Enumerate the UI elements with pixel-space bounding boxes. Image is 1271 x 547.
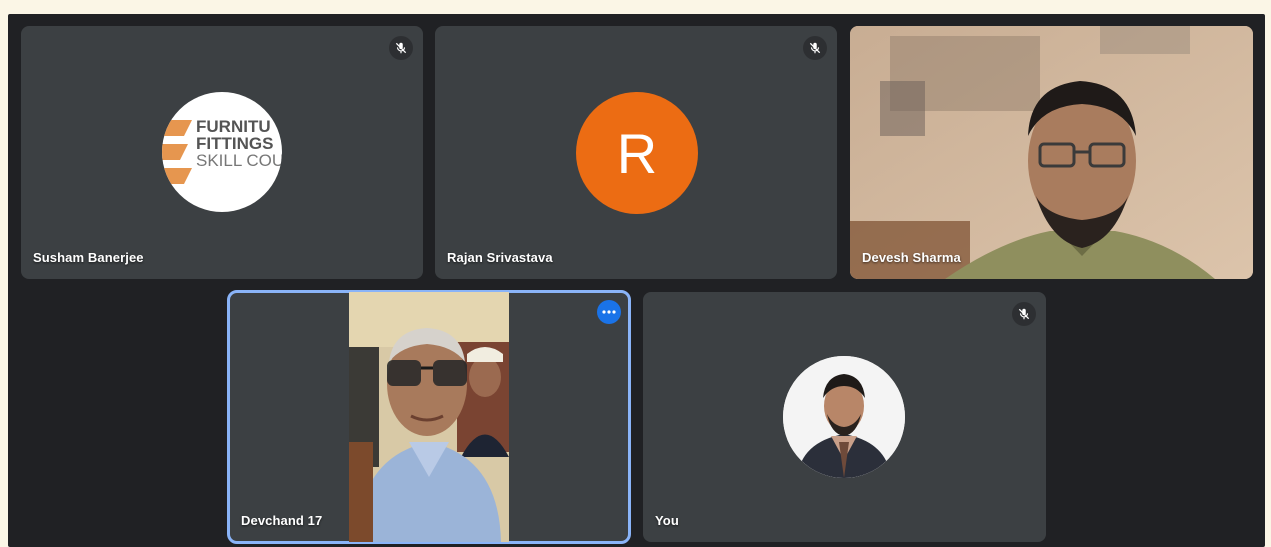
more-options-icon[interactable] xyxy=(597,300,621,324)
participant-tile-susham-banerjee[interactable]: FURNITU FITTINGS SKILL COU Susham Banerj… xyxy=(21,26,423,279)
participant-name: Devesh Sharma xyxy=(862,250,961,265)
participant-name: Susham Banerjee xyxy=(33,250,144,265)
participant-tile-you[interactable]: You xyxy=(643,292,1046,542)
participant-avatar-logo: FURNITU FITTINGS SKILL COU xyxy=(162,92,282,212)
participant-avatar-initial: R xyxy=(576,92,698,214)
participant-tile-rajan-srivastava[interactable]: R Rajan Srivastava xyxy=(435,26,837,279)
logo-line-1: FURNITU xyxy=(196,117,271,136)
participant-video xyxy=(850,26,1253,279)
participant-avatar-photo xyxy=(783,356,905,478)
logo-line-3: SKILL COU xyxy=(196,151,282,170)
participant-name: Rajan Srivastava xyxy=(447,250,553,265)
logo-line-2: FITTINGS xyxy=(196,134,274,153)
mic-off-icon xyxy=(803,36,827,60)
mic-off-icon xyxy=(1012,302,1036,326)
participant-name: Devchand 17 xyxy=(241,513,323,528)
meeting-stage: FURNITU FITTINGS SKILL COU Susham Banerj… xyxy=(8,14,1265,547)
mic-off-icon xyxy=(389,36,413,60)
participant-tile-devchand-17[interactable]: Devchand 17 xyxy=(227,290,631,544)
participant-video xyxy=(349,292,509,542)
participant-tile-devesh-sharma[interactable]: Devesh Sharma xyxy=(850,26,1253,279)
participant-name: You xyxy=(655,513,679,528)
